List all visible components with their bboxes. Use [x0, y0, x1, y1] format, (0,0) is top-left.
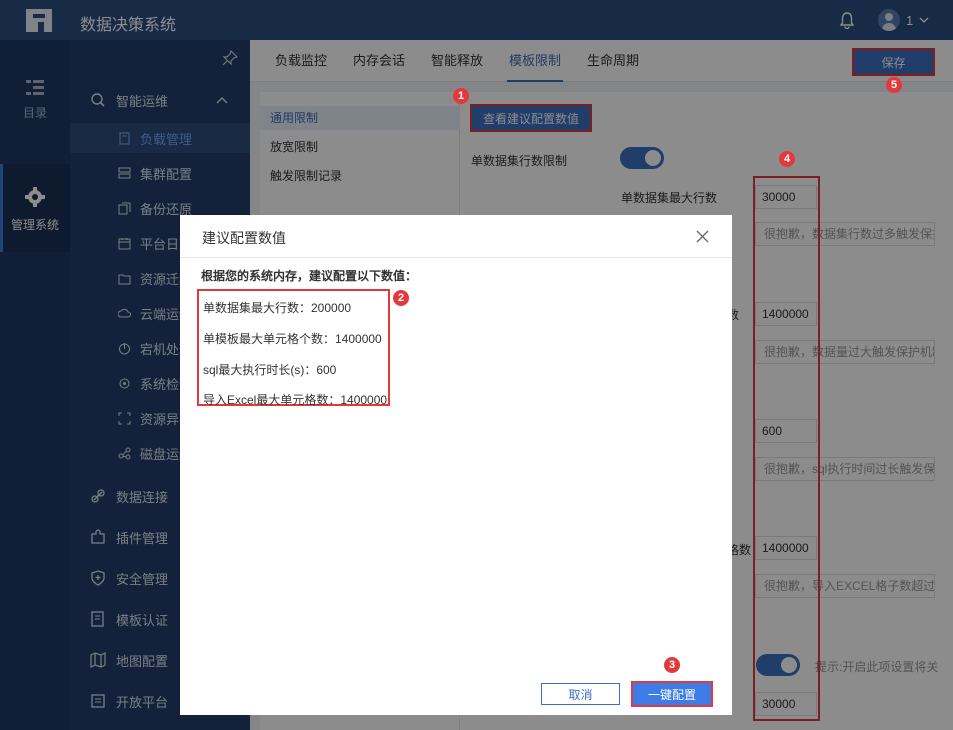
dialog-lead: 根据您的系统内存，建议配置以下数值： — [201, 269, 418, 283]
dialog-title: 建议配置数值 — [202, 230, 286, 246]
one-click-config-button[interactable]: 一键配置 — [631, 681, 713, 707]
suggested-line: sql最大执行时长(s)：600 — [203, 363, 337, 377]
cancel-button[interactable]: 取消 — [541, 683, 620, 705]
suggested-line: 单模板最大单元格个数：1400000 — [203, 332, 382, 346]
suggested-line: 单数据集最大行数：200000 — [203, 301, 352, 315]
close-icon[interactable] — [696, 230, 709, 243]
step-badge: 5 — [886, 77, 902, 93]
suggested-values-box: 单数据集最大行数：200000 单模板最大单元格个数：1400000 sql最大… — [197, 289, 390, 407]
suggested-line: 导入Excel最大单元格数：1400000 — [203, 393, 388, 407]
suggest-config-dialog: 建议配置数值 根据您的系统内存，建议配置以下数值： 单数据集最大行数：20000… — [180, 215, 732, 715]
dialog-header: 建议配置数值 — [180, 215, 732, 258]
step-badge: 2 — [393, 290, 409, 306]
step-badge: 3 — [664, 657, 680, 673]
step-badge: 1 — [453, 88, 469, 104]
step-badge: 4 — [779, 151, 795, 167]
